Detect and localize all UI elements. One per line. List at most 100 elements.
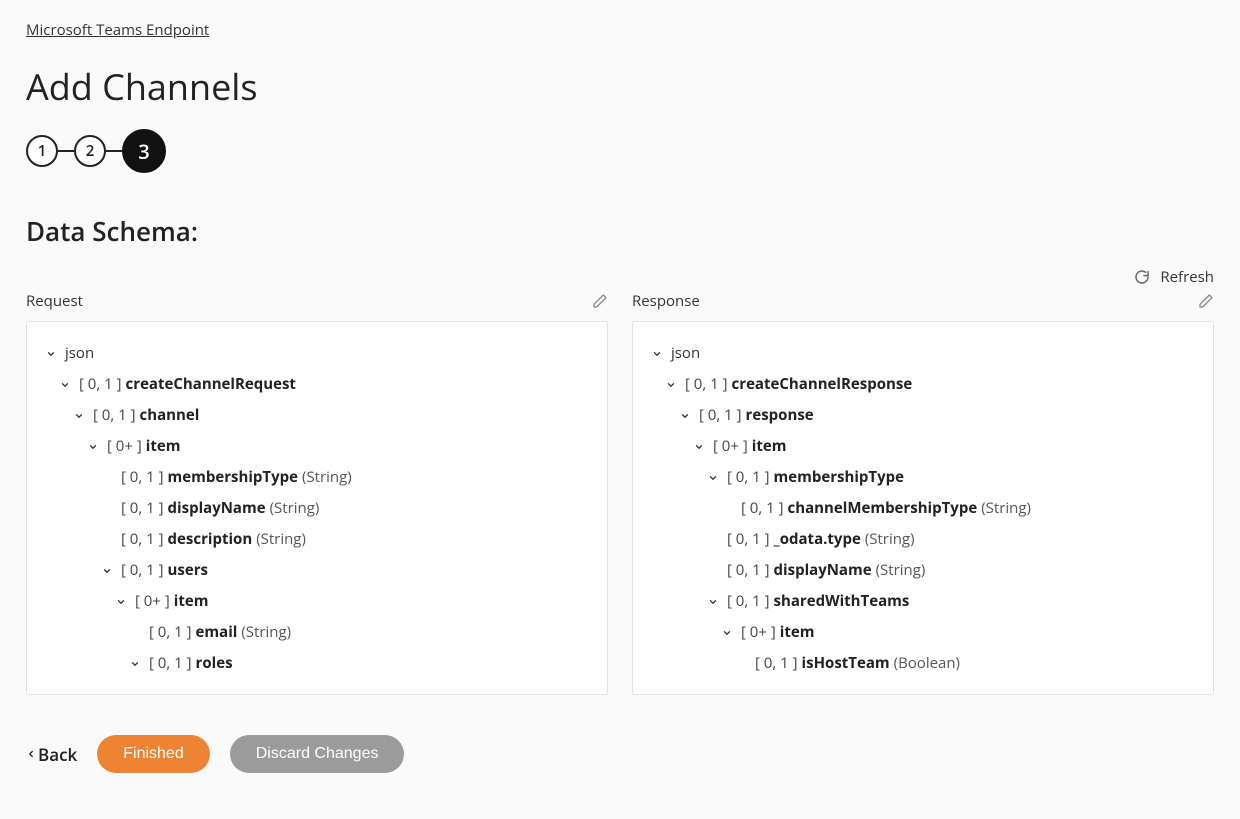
node-type: (String)	[241, 622, 291, 643]
node-name: json	[671, 343, 700, 364]
chevron-down-icon[interactable]	[99, 566, 115, 576]
back-button[interactable]: Back	[26, 743, 77, 766]
edit-request-button[interactable]	[592, 293, 608, 309]
back-label: Back	[38, 743, 77, 766]
node-type: (String)	[270, 498, 320, 519]
chevron-down-icon[interactable]	[127, 659, 143, 669]
tree-node[interactable]: [ 0, 1 ] membershipType	[645, 462, 1201, 493]
node-name: item	[174, 591, 209, 612]
tree-node[interactable]: json	[39, 338, 595, 369]
request-label: Request	[26, 291, 83, 311]
node-name: item	[780, 622, 815, 643]
tree-node[interactable]: [ 0+ ] item	[645, 617, 1201, 648]
node-name: isHostTeam	[802, 653, 890, 674]
refresh-icon	[1134, 269, 1150, 285]
section-title: Data Schema:	[26, 213, 1214, 249]
step-2[interactable]: 2	[74, 135, 106, 167]
tree-node[interactable]: [ 0, 1 ] channel	[39, 400, 595, 431]
pencil-icon	[1198, 293, 1214, 309]
cardinality: [ 0+ ]	[107, 436, 142, 457]
tree-node[interactable]: [ 0, 1 ] isHostTeam (Boolean)	[645, 648, 1201, 679]
chevron-down-icon[interactable]	[43, 349, 59, 359]
page-title: Add Channels	[26, 62, 1214, 111]
chevron-down-icon[interactable]	[705, 473, 721, 483]
tree-node[interactable]: [ 0, 1 ] users	[39, 555, 595, 586]
chevron-down-icon[interactable]	[71, 411, 87, 421]
node-name: channel	[140, 405, 200, 426]
node-type: (String)	[256, 529, 306, 550]
cardinality: [ 0+ ]	[135, 591, 170, 612]
cardinality: [ 0+ ]	[713, 436, 748, 457]
chevron-down-icon[interactable]	[691, 442, 707, 452]
response-schema-box: json[ 0, 1 ] createChannelResponse[ 0, 1…	[632, 321, 1214, 695]
refresh-button[interactable]: Refresh	[26, 267, 1214, 287]
tree-node[interactable]: [ 0, 1 ] email (String)	[39, 617, 595, 648]
cardinality: [ 0+ ]	[741, 622, 776, 643]
tree-node[interactable]: [ 0, 1 ] _odata.type (String)	[645, 524, 1201, 555]
cardinality: [ 0, 1 ]	[741, 498, 784, 519]
step-connector	[106, 150, 122, 152]
tree-node[interactable]: [ 0, 1 ] channelMembershipType (String)	[645, 493, 1201, 524]
node-name: displayName	[168, 498, 266, 519]
pencil-icon	[592, 293, 608, 309]
edit-response-button[interactable]	[1198, 293, 1214, 309]
cardinality: [ 0, 1 ]	[121, 529, 164, 550]
node-name: json	[65, 343, 94, 364]
cardinality: [ 0, 1 ]	[727, 467, 770, 488]
cardinality: [ 0, 1 ]	[121, 560, 164, 581]
footer: Back Finished Discard Changes	[26, 735, 1214, 773]
chevron-down-icon[interactable]	[719, 628, 735, 638]
discard-changes-button[interactable]: Discard Changes	[230, 735, 405, 773]
node-name: users	[168, 560, 208, 581]
node-name: createChannelResponse	[732, 374, 913, 395]
chevron-down-icon[interactable]	[663, 380, 679, 390]
node-name: sharedWithTeams	[774, 591, 910, 612]
node-name: createChannelRequest	[126, 374, 296, 395]
refresh-label: Refresh	[1160, 267, 1214, 287]
chevron-down-icon[interactable]	[113, 597, 129, 607]
chevron-down-icon[interactable]	[57, 380, 73, 390]
finished-button[interactable]: Finished	[97, 735, 209, 773]
node-name: roles	[196, 653, 233, 674]
node-name: item	[752, 436, 787, 457]
chevron-down-icon[interactable]	[85, 442, 101, 452]
tree-node[interactable]: [ 0, 1 ] description (String)	[39, 524, 595, 555]
tree-node[interactable]: [ 0, 1 ] createChannelRequest	[39, 369, 595, 400]
tree-node[interactable]: [ 0, 1 ] roles	[39, 648, 595, 679]
node-name: item	[146, 436, 181, 457]
cardinality: [ 0, 1 ]	[121, 467, 164, 488]
tree-node[interactable]: [ 0, 1 ] displayName (String)	[645, 555, 1201, 586]
tree-node[interactable]: [ 0+ ] item	[645, 431, 1201, 462]
step-3[interactable]: 3	[122, 129, 166, 173]
tree-node[interactable]: [ 0, 1 ] createChannelResponse	[645, 369, 1201, 400]
cardinality: [ 0, 1 ]	[755, 653, 798, 674]
tree-node[interactable]: json	[645, 338, 1201, 369]
breadcrumb[interactable]: Microsoft Teams Endpoint	[26, 20, 209, 40]
request-column: Request json [ 0, 1 ] createChannelReques…	[26, 291, 608, 695]
cardinality: [ 0, 1 ]	[121, 498, 164, 519]
cardinality: [ 0, 1 ]	[727, 591, 770, 612]
tree-node[interactable]: [ 0, 1 ] membershipType (String)	[39, 462, 595, 493]
chevron-down-icon[interactable]	[649, 349, 665, 359]
node-name: membershipType	[774, 467, 904, 488]
tree-node[interactable]: [ 0, 1 ] response	[645, 400, 1201, 431]
tree-node[interactable]: [ 0+ ] item	[39, 431, 595, 462]
node-type: (String)	[981, 498, 1031, 519]
node-name: membershipType	[168, 467, 298, 488]
chevron-down-icon[interactable]	[677, 411, 693, 421]
chevron-left-icon	[26, 747, 36, 761]
cardinality: [ 0, 1 ]	[93, 405, 136, 426]
tree-node[interactable]: [ 0, 1 ] sharedWithTeams	[645, 586, 1201, 617]
node-name: _odata.type	[774, 529, 861, 550]
tree-node[interactable]: [ 0+ ] item	[39, 586, 595, 617]
tree-node[interactable]: [ 0, 1 ] displayName (String)	[39, 493, 595, 524]
node-type: (String)	[302, 467, 352, 488]
node-name: description	[168, 529, 253, 550]
node-type: (String)	[865, 529, 915, 550]
cardinality: [ 0, 1 ]	[685, 374, 728, 395]
step-1[interactable]: 1	[26, 135, 58, 167]
chevron-down-icon[interactable]	[705, 597, 721, 607]
cardinality: [ 0, 1 ]	[149, 622, 192, 643]
node-name: channelMembershipType	[788, 498, 978, 519]
request-schema-box: json[ 0, 1 ] createChannelRequest[ 0, 1 …	[26, 321, 608, 695]
